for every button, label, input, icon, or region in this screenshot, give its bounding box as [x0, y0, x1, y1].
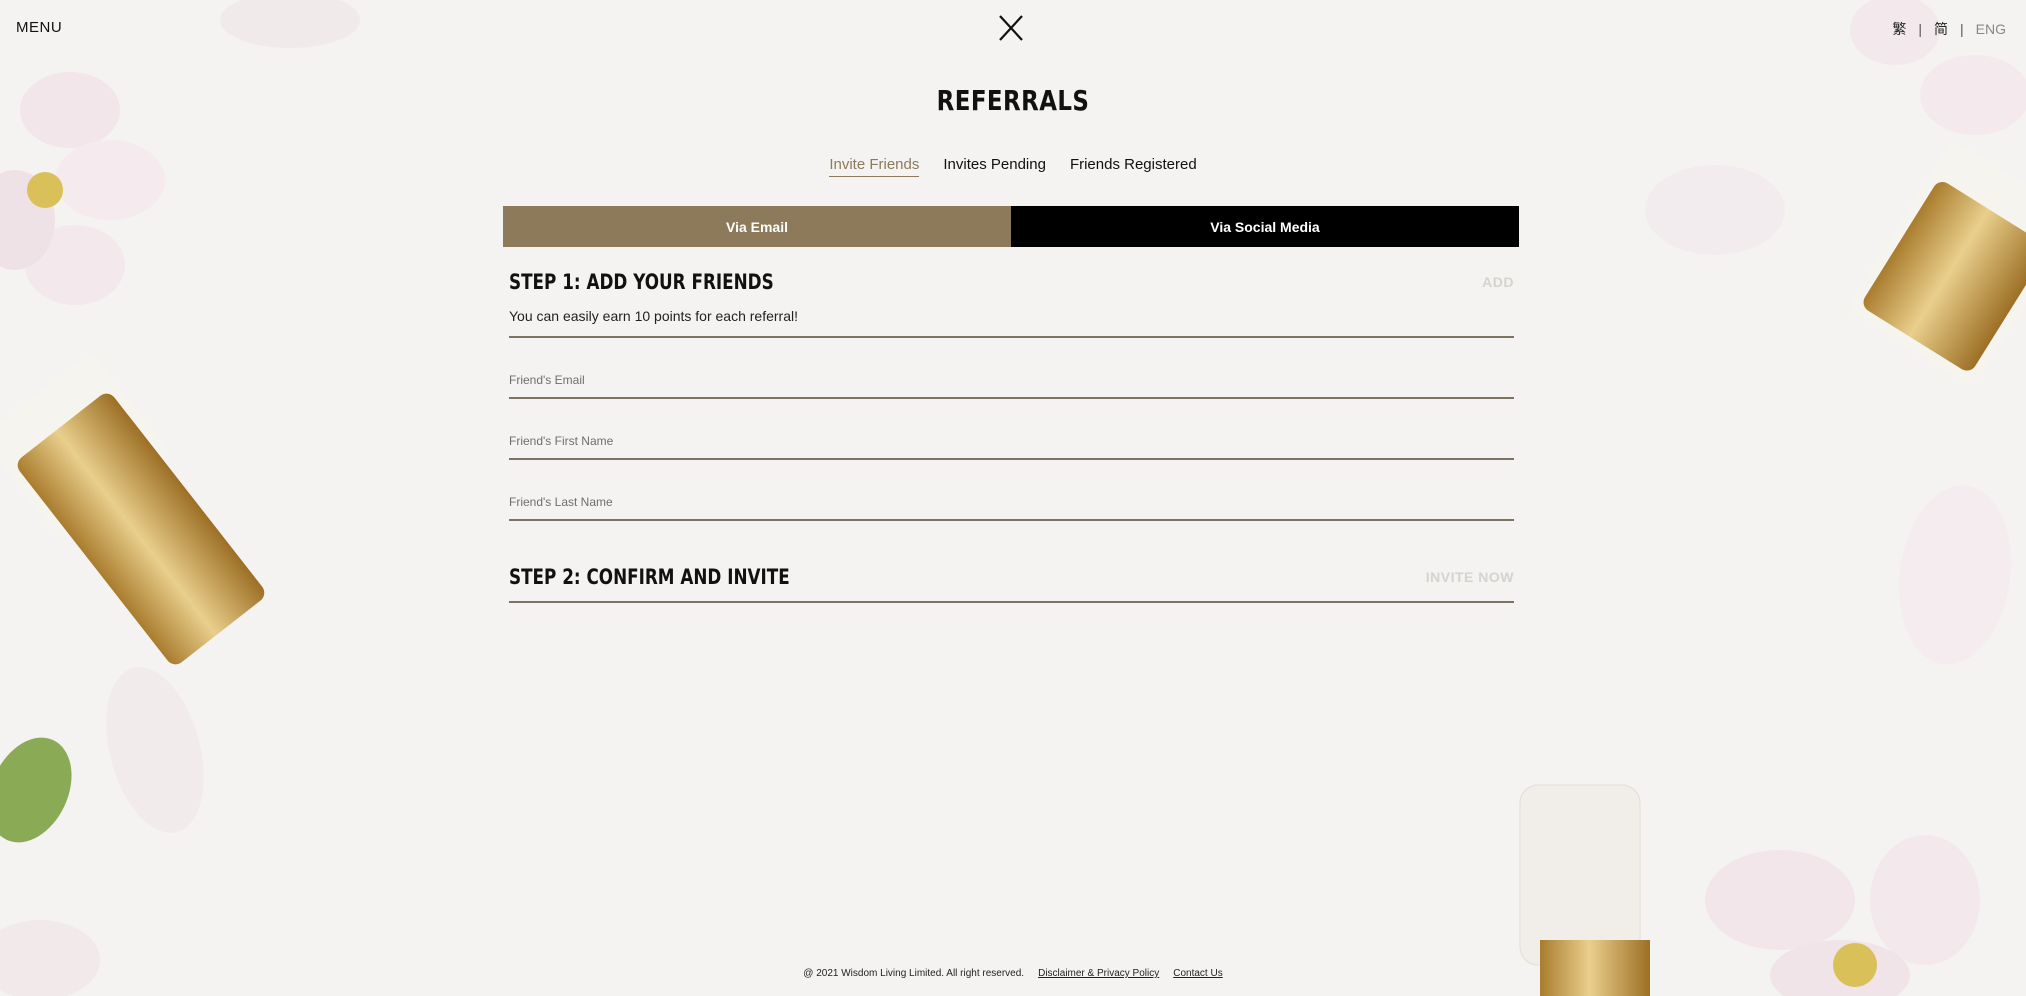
- lang-traditional-chinese[interactable]: 繁: [1892, 19, 1906, 39]
- petals-right: [1645, 165, 2011, 665]
- friend-first-name-field[interactable]: [509, 434, 1514, 448]
- brand-logo[interactable]: [998, 14, 1024, 42]
- friend-last-name-field[interactable]: [509, 495, 1514, 509]
- referral-form: STEP 1: ADD YOUR FRIENDS ADD You can eas…: [509, 270, 1514, 603]
- tab-invites-pending[interactable]: Invites Pending: [943, 156, 1046, 177]
- friend-email-field[interactable]: [509, 373, 1514, 387]
- tab-invite-friends[interactable]: Invite Friends: [829, 156, 920, 177]
- friend-last-name-row: [509, 460, 1514, 521]
- lang-separator: |: [1960, 21, 1964, 37]
- step2-header: STEP 2: CONFIRM AND INVITE INVITE NOW: [509, 565, 1514, 603]
- bottle-left: [0, 355, 265, 665]
- disclaimer-privacy-link[interactable]: Disclaimer & Privacy Policy: [1038, 968, 1159, 979]
- footer: @ 2021 Wisdom Living Limited. All right …: [0, 968, 2026, 979]
- leaf-left: [0, 737, 72, 843]
- invite-now-button[interactable]: INVITE NOW: [1426, 569, 1514, 585]
- step1-title: STEP 1: ADD YOUR FRIENDS: [509, 270, 774, 294]
- friend-first-name-row: [509, 399, 1514, 460]
- referral-tabs: Invite Friends Invites Pending Friends R…: [0, 156, 2026, 177]
- via-social-media-button[interactable]: Via Social Media: [1011, 206, 1519, 247]
- step1-header: STEP 1: ADD YOUR FRIENDS ADD: [509, 270, 1514, 294]
- lang-separator: |: [1918, 21, 1923, 37]
- lang-english[interactable]: ENG: [1976, 21, 2006, 37]
- referral-points-note: You can easily earn 10 points for each r…: [509, 308, 1514, 338]
- tab-friends-registered[interactable]: Friends Registered: [1070, 156, 1197, 177]
- friend-email-row: [509, 338, 1514, 399]
- page-title: REFERRALS: [936, 84, 1090, 117]
- lang-simplified-chinese[interactable]: 简: [1934, 19, 1948, 39]
- petals-left: [0, 0, 360, 996]
- flower-top-left: [0, 72, 165, 305]
- step2-title: STEP 2: CONFIRM AND INVITE: [509, 565, 790, 589]
- menu-button[interactable]: MENU: [16, 19, 62, 36]
- copyright-text: @ 2021 Wisdom Living Limited. All right …: [803, 968, 1025, 979]
- language-switcher: 繁 | 简 | ENG: [1892, 19, 2006, 39]
- contact-us-link[interactable]: Contact Us: [1173, 968, 1222, 979]
- bottle-bottom-right: [1519, 784, 1650, 996]
- add-button[interactable]: ADD: [1482, 274, 1514, 290]
- via-email-button[interactable]: Via Email: [503, 206, 1011, 247]
- invite-method-toggle: Via Email Via Social Media: [503, 206, 1519, 247]
